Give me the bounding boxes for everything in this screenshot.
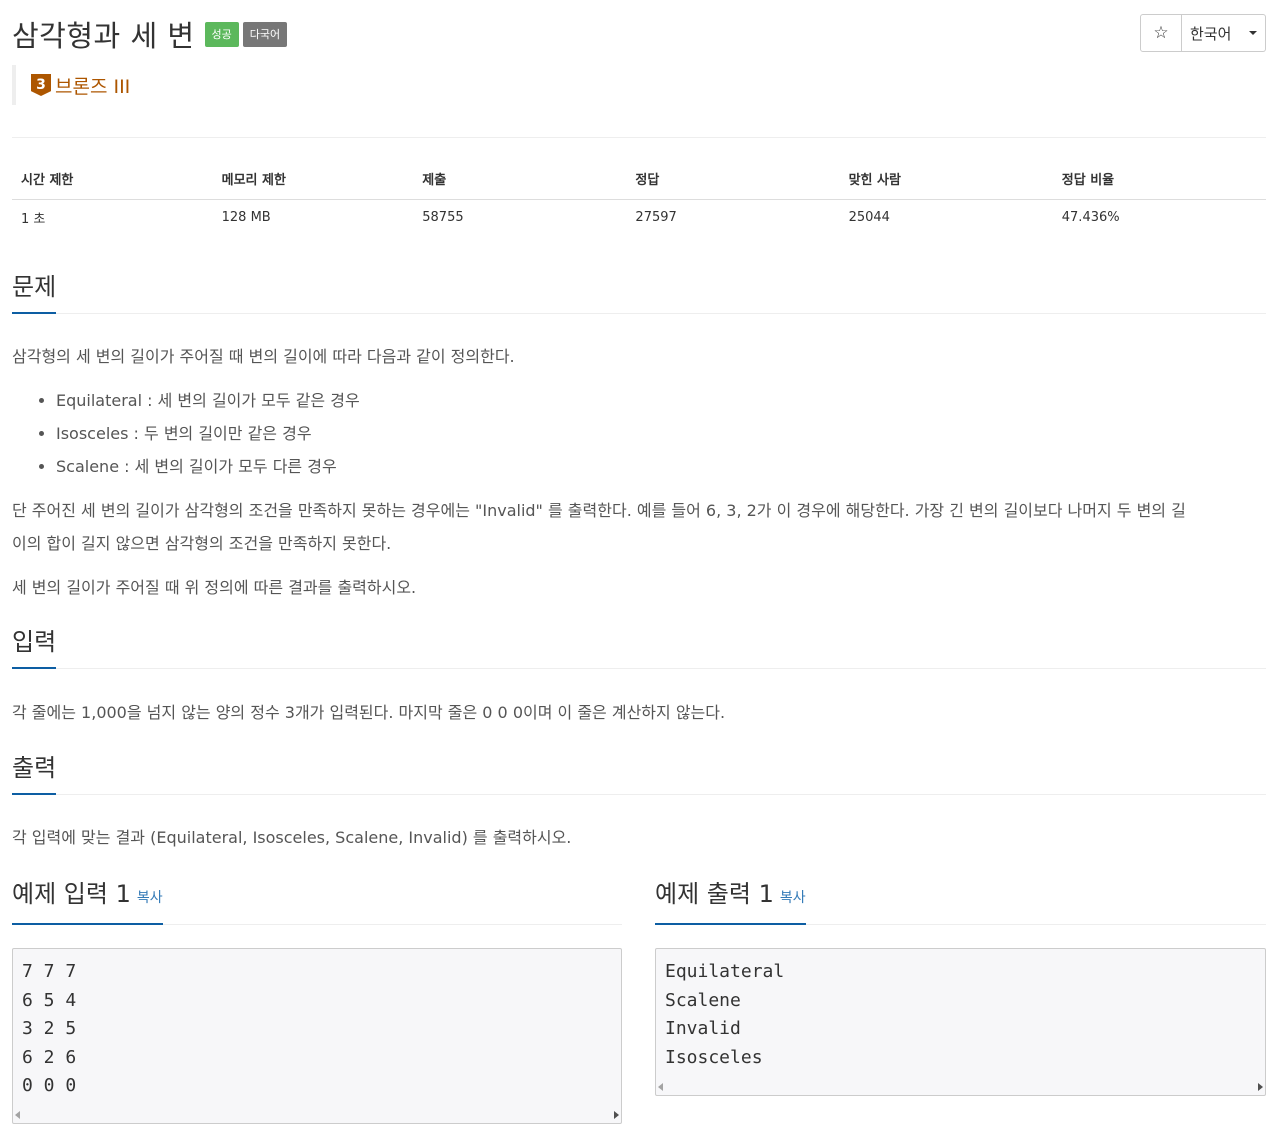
accept-ratio-value: 47.436% [1061, 210, 1120, 226]
problem-heading: 문제 [12, 270, 57, 314]
bronze-tier-icon: 3 [31, 74, 51, 96]
time-limit-value: 1 초 [21, 212, 46, 228]
language-dropdown[interactable]: 한국어 [1182, 14, 1266, 52]
problem-paragraph-line: 이의 합이 길지 않으면 삼각형의 조건을 만족하지 못한다. [12, 534, 392, 553]
tier-name: 브론즈 III [55, 75, 131, 98]
sample-output-content: Equilateral Scalene Invalid Isosceles [665, 961, 785, 1068]
divider [12, 137, 1266, 138]
memory-limit-value: 128 MB [221, 210, 271, 226]
list-item: Scalene : 세 변의 길이가 모두 다른 경우 [56, 450, 360, 483]
copy-sample-input-button[interactable]: 복사 [137, 890, 163, 906]
sample-input-content: 7 7 7 6 5 4 3 2 5 6 2 6 0 0 0 [22, 961, 77, 1096]
output-description: 각 입력에 맞는 결과 (Equilateral, Isosceles, Sca… [12, 828, 572, 847]
scroll-left-icon[interactable] [658, 1083, 663, 1091]
problem-info-table: 시간 제한 메모리 제한 제출 정답 맞힌 사람 정답 비율 1 초 128 M… [12, 158, 1266, 236]
problem-intro: 삼각형의 세 변의 길이가 주어질 때 변의 길이에 따라 다음과 같이 정의한… [12, 347, 515, 366]
sample-output-header: 예제 출력 1 복사 [655, 877, 1266, 925]
header-time-limit: 시간 제한 [12, 158, 213, 200]
accepted-value: 27597 [635, 210, 677, 226]
input-heading: 입력 [12, 625, 57, 669]
success-badge: 성공 [204, 21, 239, 47]
table-row: 1 초 128 MB 58755 27597 25044 47.436% [12, 199, 1266, 236]
horizontal-scrollbar[interactable] [658, 1080, 1263, 1094]
horizontal-scrollbar[interactable] [15, 1108, 619, 1122]
scroll-right-icon[interactable] [614, 1111, 619, 1119]
input-description: 각 줄에는 1,000을 넘지 않는 양의 정수 3개가 입력된다. 마지막 줄… [12, 703, 726, 722]
output-header: 출력 [12, 751, 1266, 795]
list-item: Isosceles : 두 변의 길이만 같은 경우 [56, 417, 360, 450]
star-icon: ☆ [1153, 23, 1169, 43]
problem-header: 문제 [12, 270, 1266, 314]
scroll-right-icon[interactable] [1258, 1083, 1263, 1091]
multilang-badge: 다국어 [242, 21, 288, 47]
header-actions: ☆ 한국어 [1140, 14, 1266, 52]
sample-input-header: 예제 입력 1 복사 [12, 877, 622, 925]
page-title: 삼각형과 세 변 [12, 19, 195, 53]
title-row: 삼각형과 세 변 성공 다국어 [12, 12, 288, 56]
sample-input-title: 예제 입력 1 [12, 880, 131, 908]
input-header: 입력 [12, 625, 1266, 669]
header-submissions: 제출 [413, 158, 627, 200]
sample-output-title: 예제 출력 1 [655, 880, 774, 908]
header-accept-ratio: 정답 비율 [1052, 158, 1266, 200]
sample-output-heading: 예제 출력 1 복사 [655, 877, 806, 925]
language-label: 한국어 [1190, 24, 1232, 43]
list-item: Equilateral : 세 변의 길이가 모두 같은 경우 [56, 384, 360, 417]
definition-list: Equilateral : 세 변의 길이가 모두 같은 경우 Isoscele… [12, 384, 360, 483]
problem-paragraph-line: 단 주어진 세 변의 길이가 삼각형의 조건을 만족하지 못하는 경우에는 "I… [12, 501, 1186, 520]
header-memory-limit: 메모리 제한 [212, 158, 414, 200]
problem-paragraph: 세 변의 길이가 주어질 때 위 정의에 따른 결과를 출력하시오. [12, 578, 417, 597]
sample-output-box[interactable]: Equilateral Scalene Invalid Isosceles [655, 948, 1266, 1096]
header-accepted: 정답 [626, 158, 840, 200]
sample-input-box[interactable]: 7 7 7 6 5 4 3 2 5 6 2 6 0 0 0 [12, 948, 622, 1124]
scroll-left-icon[interactable] [15, 1111, 20, 1119]
favorite-button[interactable]: ☆ [1140, 14, 1182, 52]
header-solved-users: 맞힌 사람 [839, 158, 1053, 200]
copy-sample-output-button[interactable]: 복사 [780, 890, 806, 906]
tier-block: 3 브론즈 III [12, 65, 130, 105]
table-header-row: 시간 제한 메모리 제한 제출 정답 맞힌 사람 정답 비율 [12, 158, 1266, 200]
output-heading: 출력 [12, 751, 57, 795]
caret-down-icon [1249, 31, 1257, 35]
submissions-value: 58755 [422, 210, 464, 226]
sample-input-heading: 예제 입력 1 복사 [12, 877, 163, 925]
solved-users-value: 25044 [848, 210, 890, 226]
